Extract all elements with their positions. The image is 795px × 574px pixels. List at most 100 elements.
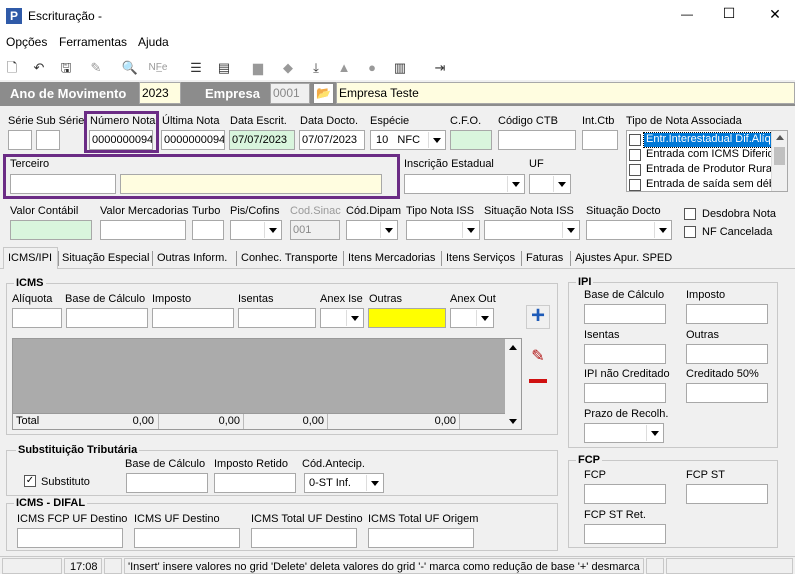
anex-out-select[interactable] xyxy=(450,308,494,328)
list-scrollbar[interactable] xyxy=(771,131,787,191)
menu-ferramentas[interactable]: Ferramentas xyxy=(59,35,127,49)
delete-icon[interactable]: ✎ xyxy=(86,58,106,78)
list-icon[interactable]: ☰ xyxy=(186,58,206,78)
ipi-creditado-50-input[interactable] xyxy=(686,383,768,403)
chevron-down-icon[interactable] xyxy=(553,176,569,192)
remove-button[interactable] xyxy=(529,379,547,383)
icms-isentas-input[interactable] xyxy=(238,308,316,328)
folder-icon[interactable]: ▆ xyxy=(248,58,268,78)
tab-outras-inform[interactable]: Outras Inform. xyxy=(154,249,230,268)
download-icon[interactable]: ⤓ xyxy=(306,58,326,78)
add-button[interactable]: + xyxy=(526,304,550,329)
menu-opcoes[interactable]: Opções xyxy=(6,35,47,49)
ultima-nota-input[interactable]: 0000000094 xyxy=(161,130,225,150)
turbo-input[interactable] xyxy=(192,220,224,240)
batch-icon[interactable]: ▤ xyxy=(214,58,234,78)
tipo-nota-item[interactable]: Entr.Interestadual Dif.Alíquota xyxy=(629,132,787,148)
tab-itens-servicos[interactable]: Itens Serviços xyxy=(443,249,518,268)
inscricao-estadual-select[interactable] xyxy=(404,174,525,194)
fcp-input[interactable] xyxy=(584,484,666,504)
terceiro-code-input[interactable] xyxy=(10,174,116,194)
grid-scrollbar[interactable] xyxy=(505,339,521,429)
save-icon[interactable]: 🖫 xyxy=(56,58,76,78)
chevron-down-icon[interactable] xyxy=(462,222,478,238)
menu-ajuda[interactable]: Ajuda xyxy=(138,35,169,49)
ipi-outras-input[interactable] xyxy=(686,344,768,364)
chevron-down-icon[interactable] xyxy=(507,176,523,192)
ticket-icon[interactable]: ▲ xyxy=(334,58,354,78)
tab-situacao-especial[interactable]: Situação Especial xyxy=(59,249,152,268)
substituto-checkbox[interactable]: ✓ xyxy=(24,475,36,487)
situacao-nota-iss-select[interactable] xyxy=(484,220,580,240)
scroll-thumb[interactable] xyxy=(774,147,785,165)
scroll-down-icon[interactable] xyxy=(509,419,517,424)
checkbox[interactable] xyxy=(629,149,641,161)
tab-icms-ipi[interactable]: ICMS/IPI xyxy=(5,249,55,268)
tab-itens-mercadorias[interactable]: Itens Mercadorias xyxy=(345,249,438,268)
new-icon[interactable]: 🗋 xyxy=(2,58,22,78)
chevron-down-icon[interactable] xyxy=(366,475,382,491)
tab-ajustes-apur-sped[interactable]: Ajustes Apur. SPED xyxy=(572,249,675,268)
pis-cofins-select[interactable] xyxy=(230,220,282,240)
chevron-down-icon[interactable] xyxy=(264,222,280,238)
st-imposto-retido-input[interactable] xyxy=(214,473,296,493)
nfe-icon[interactable]: NF̲e xyxy=(148,58,168,78)
tab-faturas[interactable]: Faturas xyxy=(523,249,566,268)
cfop-icon[interactable]: ● xyxy=(362,58,382,78)
codigo-ctb-input[interactable] xyxy=(498,130,576,150)
empresa-name-field[interactable]: Empresa Teste xyxy=(336,82,795,104)
fcp-st-ret-input[interactable] xyxy=(584,524,666,544)
cod-sinac-input[interactable]: 001 xyxy=(290,220,340,240)
subserie-input[interactable] xyxy=(36,130,60,150)
difal-uf-destino-input[interactable] xyxy=(134,528,240,548)
numero-nota-input[interactable]: 0000000094 xyxy=(89,130,153,150)
import-icon[interactable]: ◆ xyxy=(278,58,298,78)
icms-outras-input[interactable] xyxy=(368,308,446,328)
checkbox[interactable] xyxy=(629,134,641,146)
icms-imposto-input[interactable] xyxy=(152,308,234,328)
chevron-down-icon[interactable] xyxy=(646,425,662,441)
print-preview-icon[interactable]: 🔍 xyxy=(120,58,140,78)
chevron-down-icon[interactable] xyxy=(476,310,492,326)
scroll-up-icon[interactable] xyxy=(509,345,517,350)
chevron-down-icon[interactable] xyxy=(380,222,396,238)
desdobra-nota-checkbox[interactable] xyxy=(684,208,696,220)
st-base-calculo-input[interactable] xyxy=(126,473,208,493)
tipo-nota-item[interactable]: Entrada de saída sem débito xyxy=(629,178,787,191)
tab-conhec-transporte[interactable]: Conhec. Transporte xyxy=(238,249,341,268)
minimize-icon[interactable]: — xyxy=(672,7,702,21)
undo-icon[interactable]: ↶ xyxy=(29,58,49,78)
checkbox[interactable] xyxy=(629,179,641,191)
edit-button[interactable]: ✎ xyxy=(526,346,550,368)
close-icon[interactable]: ✕ xyxy=(760,6,790,23)
difal-fcp-uf-destino-input[interactable] xyxy=(17,528,123,548)
cod-antecip-select[interactable]: 0-ST Inf. xyxy=(304,473,384,493)
tipo-nota-item[interactable]: Entrada com ICMS Diferido xyxy=(629,148,780,162)
empresa-folder-icon[interactable]: 📂 xyxy=(313,83,334,104)
checkbox[interactable] xyxy=(629,164,641,176)
valor-mercadorias-input[interactable] xyxy=(100,220,186,240)
ipi-isentas-input[interactable] xyxy=(584,344,666,364)
especie-select[interactable]: 10 NFC xyxy=(370,130,446,150)
ano-movimento-field[interactable]: 2023 xyxy=(139,82,181,104)
copy-icon[interactable]: ▥ xyxy=(390,58,410,78)
data-escrit-input[interactable]: 07/07/2023 xyxy=(229,130,295,150)
maximize-icon[interactable]: ☐ xyxy=(714,5,744,22)
empresa-code-field[interactable]: 0001 xyxy=(270,83,310,104)
scroll-up-icon[interactable] xyxy=(776,135,784,140)
chevron-down-icon[interactable] xyxy=(562,222,578,238)
tipo-nota-list[interactable]: Entr.Interestadual Dif.Alíquota Entrada … xyxy=(626,130,788,192)
serie-input[interactable] xyxy=(8,130,32,150)
terceiro-name-input[interactable] xyxy=(120,174,382,194)
tipo-nota-item[interactable]: Entrada de Produtor Rural xyxy=(629,163,774,177)
uf-select[interactable] xyxy=(529,174,571,194)
chevron-down-icon[interactable] xyxy=(654,222,670,238)
nf-cancelada-checkbox[interactable] xyxy=(684,226,696,238)
aliquota-input[interactable] xyxy=(12,308,62,328)
ipi-nao-creditado-input[interactable] xyxy=(584,383,666,403)
int-ctb-input[interactable] xyxy=(582,130,618,150)
chevron-down-icon[interactable] xyxy=(346,310,362,326)
icms-base-calculo-input[interactable] xyxy=(66,308,148,328)
difal-total-uf-destino-input[interactable] xyxy=(251,528,357,548)
chevron-down-icon[interactable] xyxy=(428,132,444,148)
